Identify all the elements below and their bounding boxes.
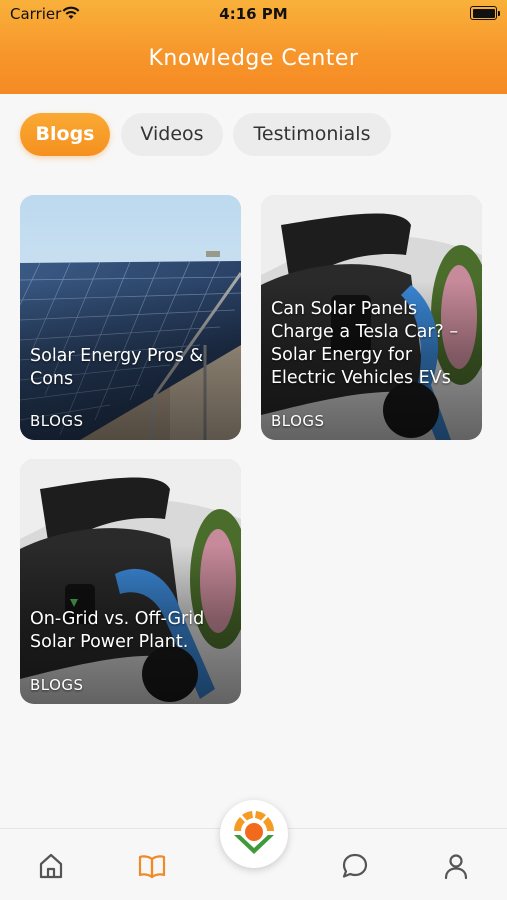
blog-card[interactable]: On-Grid vs. Off-Grid Solar Power Plant. … [20,459,241,704]
card-tag: BLOGS [30,676,84,694]
card-tag: BLOGS [271,412,325,430]
home-icon[interactable] [36,851,66,881]
status-bar: Carrier 4:16 PM [0,0,507,28]
book-icon[interactable] [137,851,167,881]
card-title: On-Grid vs. Off-Grid Solar Power Plant. [30,609,205,652]
status-time: 4:16 PM [219,5,288,23]
user-icon[interactable] [441,851,471,881]
app-logo-icon [234,811,274,854]
chat-icon[interactable] [340,851,370,881]
card-tag: BLOGS [30,412,84,430]
page-title: Knowledge Center [148,46,359,71]
blog-card[interactable]: Solar Energy Pros & Cons BLOGS [20,195,241,440]
tab-videos[interactable]: Videos [121,113,223,156]
tab-testimonials[interactable]: Testimonials [233,113,391,156]
battery-icon [470,6,500,20]
card-title: Can Solar Panels Charge a Tesla Car? – S… [271,299,459,388]
header: Carrier 4:16 PM Knowledge Center [0,0,507,94]
app-logo-button[interactable] [220,800,288,868]
tab-blogs[interactable]: Blogs [20,113,110,156]
blog-card[interactable]: Can Solar Panels Charge a Tesla Car? – S… [261,195,482,440]
card-title: Solar Energy Pros & Cons [30,346,204,389]
